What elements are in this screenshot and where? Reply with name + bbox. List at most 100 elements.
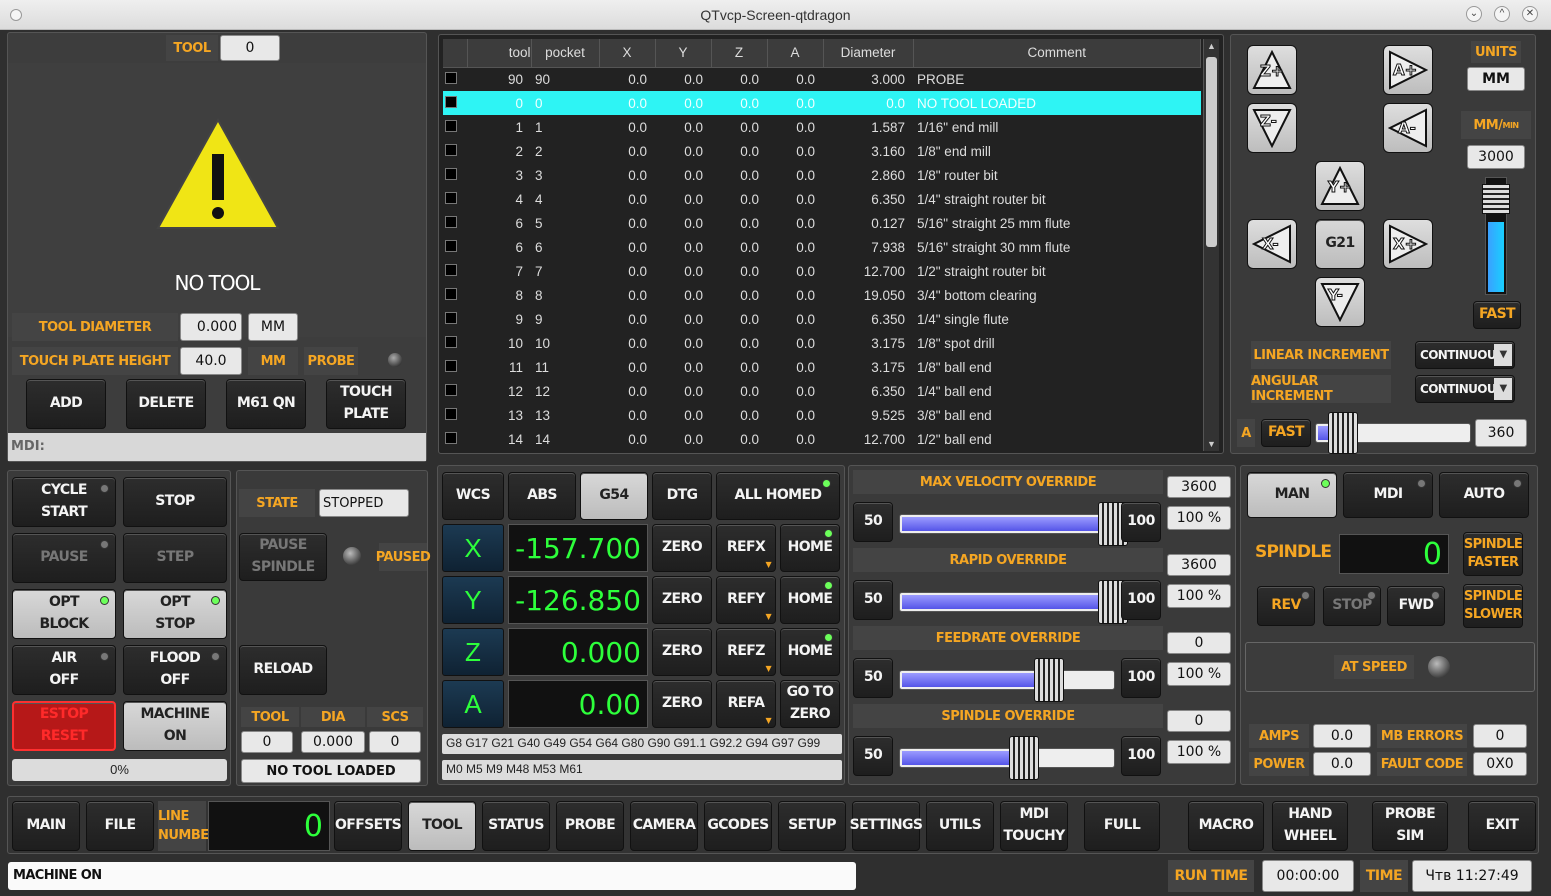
row-checkbox[interactable]: [443, 379, 467, 403]
nav-probe-button[interactable]: PROBE: [556, 801, 624, 851]
nav-mdi-button[interactable]: MDI TOUCHY: [1000, 801, 1068, 851]
nav-tool-button[interactable]: TOOL: [408, 801, 476, 851]
add-tool-button[interactable]: ADD: [26, 379, 106, 429]
mdi-mode-button[interactable]: MDI: [1343, 472, 1433, 518]
minimize-icon[interactable]: ⌄: [1466, 6, 1482, 22]
spindle-faster-button[interactable]: SPINDLE FASTER: [1463, 532, 1523, 576]
max-velocity-override-max-button[interactable]: 100: [1121, 502, 1161, 542]
zero-a-button[interactable]: ZERO: [652, 680, 712, 728]
jog-y-plus-button[interactable]: Y+: [1315, 161, 1365, 211]
checkbox-icon[interactable]: [445, 215, 457, 228]
manual-mode-button[interactable]: MAN: [1247, 472, 1337, 518]
checkbox-icon[interactable]: [445, 119, 457, 132]
close-icon[interactable]: ✕: [1522, 6, 1538, 22]
row-checkbox[interactable]: [443, 139, 467, 163]
zero-x-button[interactable]: ZERO: [652, 524, 712, 572]
row-checkbox[interactable]: [443, 427, 467, 451]
scroll-down-icon[interactable]: ▼: [1207, 439, 1216, 449]
checkbox-icon[interactable]: [445, 407, 457, 420]
table-row[interactable]: 4 4 0.0 0.0 0.0 0.0 6.350 1/4" straight router …: [443, 187, 1201, 211]
a-fast-button[interactable]: FAST: [1261, 419, 1311, 447]
mdi-input[interactable]: MDI:: [8, 433, 426, 461]
checkbox-icon[interactable]: [445, 287, 457, 300]
checkbox-icon[interactable]: [445, 383, 457, 396]
table-row[interactable]: 13 13 0.0 0.0 0.0 0.0 9.525 3/8" ball end: [443, 403, 1201, 427]
jog-x-plus-button[interactable]: X+: [1383, 219, 1433, 269]
table-row[interactable]: 3 3 0.0 0.0 0.0 0.0 2.860 1/8" router bit: [443, 163, 1201, 187]
home-y-button[interactable]: HOME: [780, 576, 840, 624]
linear-increment-select[interactable]: CONTINUOUS ▼: [1415, 341, 1515, 369]
touch-plate-height-field[interactable]: 40.0: [180, 347, 242, 375]
flood-button[interactable]: FLOOD OFF: [123, 645, 227, 695]
opt-block-button[interactable]: OPT BLOCK: [12, 589, 116, 639]
jog-y-minus-button[interactable]: Y-: [1315, 277, 1365, 327]
table-row[interactable]: 6 5 0.0 0.0 0.0 0.0 0.127 5/16" straight 25 mm …: [443, 211, 1201, 235]
row-checkbox[interactable]: [443, 235, 467, 259]
zero-y-button[interactable]: ZERO: [652, 576, 712, 624]
wcs-button[interactable]: WCS: [442, 472, 504, 520]
table-header-x[interactable]: X: [599, 39, 656, 68]
nav-gcodes-button[interactable]: GCODES: [704, 801, 772, 851]
spindle-override-max-button[interactable]: 100: [1121, 736, 1161, 776]
table-header-z[interactable]: Z: [711, 39, 768, 68]
row-checkbox[interactable]: [443, 91, 467, 115]
table-header-tool[interactable]: tool: [467, 39, 532, 68]
table-row[interactable]: 2 2 0.0 0.0 0.0 0.0 3.160 1/8" end mill: [443, 139, 1201, 163]
nav-camera-button[interactable]: CAMERA: [630, 801, 698, 851]
jog-rate-slider[interactable]: [1482, 177, 1510, 295]
tool-table[interactable]: tool pocket X Y Z A Diameter Comment 90 90 0.0 0.0…: [443, 39, 1201, 451]
checkbox-icon[interactable]: [445, 167, 457, 180]
table-row[interactable]: 11 11 0.0 0.0 0.0 0.0 3.175 1/8" ball end: [443, 355, 1201, 379]
dtg-button[interactable]: DTG: [652, 472, 712, 520]
home-x-button[interactable]: HOME: [780, 524, 840, 572]
table-header-comment[interactable]: Comment: [913, 39, 1201, 68]
row-checkbox[interactable]: [443, 331, 467, 355]
nav-main-button[interactable]: MAIN: [12, 801, 80, 851]
row-checkbox[interactable]: [443, 283, 467, 307]
table-row[interactable]: 8 8 0.0 0.0 0.0 0.0 19.050 3/4" bottom clearing: [443, 283, 1201, 307]
axis-x-label[interactable]: X: [442, 524, 504, 572]
pause-spindle-button[interactable]: PAUSE SPINDLE: [239, 533, 327, 581]
nav-setup-button[interactable]: SETUP: [778, 801, 846, 851]
machine-on-button[interactable]: MACHINE ON: [123, 701, 227, 751]
ref-x-button[interactable]: REFX ▼: [716, 524, 776, 572]
jog-rate-handle[interactable]: [1482, 184, 1510, 214]
jog-fast-button[interactable]: FAST: [1473, 301, 1521, 329]
all-homed-button[interactable]: ALL HOMED: [716, 472, 840, 520]
checkbox-icon[interactable]: [445, 191, 457, 204]
nav-hand-button[interactable]: HAND WHEEL: [1272, 801, 1348, 851]
units-value[interactable]: MM: [1467, 67, 1525, 91]
checkbox-icon[interactable]: [445, 95, 457, 108]
row-checkbox[interactable]: [443, 307, 467, 331]
axis-y-label[interactable]: Y: [442, 576, 504, 624]
table-scrollbar[interactable]: ▲ ▼: [1203, 39, 1219, 451]
table-row[interactable]: 0 0 0.0 0.0 0.0 0.0 0.0 NO TOOL LOADED: [443, 91, 1201, 115]
nav-utils-button[interactable]: UTILS: [926, 801, 994, 851]
reload-button[interactable]: RELOAD: [239, 645, 327, 695]
checkbox-icon[interactable]: [445, 239, 457, 252]
row-checkbox[interactable]: [443, 115, 467, 139]
table-row[interactable]: 90 90 0.0 0.0 0.0 0.0 3.000 PROBE: [443, 67, 1201, 91]
row-checkbox[interactable]: [443, 355, 467, 379]
rapid-override-min-button[interactable]: 50: [853, 580, 893, 620]
checkbox-icon[interactable]: [445, 71, 457, 84]
jog-a-plus-button[interactable]: A+: [1383, 45, 1433, 95]
table-header-y[interactable]: Y: [655, 39, 712, 68]
spindle-fwd-button[interactable]: FWD: [1387, 586, 1445, 626]
nav-status-button[interactable]: STATUS: [482, 801, 550, 851]
maximize-icon[interactable]: ^: [1494, 6, 1510, 22]
air-button[interactable]: AIR OFF: [12, 645, 116, 695]
g54-button[interactable]: G54: [580, 472, 648, 520]
table-row[interactable]: 9 9 0.0 0.0 0.0 0.0 6.350 1/4" single flute: [443, 307, 1201, 331]
table-header-pocket[interactable]: pocket: [531, 39, 600, 68]
table-row[interactable]: 6 6 0.0 0.0 0.0 0.0 7.938 5/16" straight 30 mm …: [443, 235, 1201, 259]
spindle-override-slider[interactable]: [899, 736, 1115, 780]
row-checkbox[interactable]: [443, 259, 467, 283]
checkbox-icon[interactable]: [445, 431, 457, 444]
m61-button[interactable]: M61 QN: [226, 379, 306, 429]
touch-plate-button[interactable]: TOUCH PLATE: [326, 379, 406, 429]
row-checkbox[interactable]: [443, 403, 467, 427]
angular-increment-select[interactable]: CONTINUOUS ▼: [1415, 375, 1515, 403]
ref-a-button[interactable]: REFA ▼: [716, 680, 776, 728]
nav-full-button[interactable]: FULL: [1084, 801, 1160, 851]
